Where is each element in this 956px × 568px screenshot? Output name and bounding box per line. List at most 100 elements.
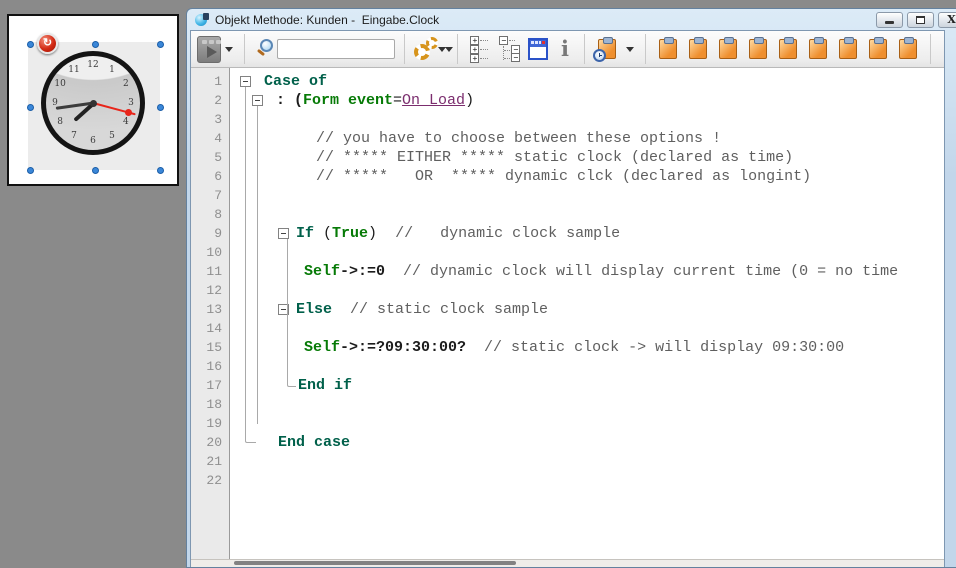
line-number: 10	[191, 243, 229, 262]
code-editor[interactable]: 12345678910111213141516171819202122 Case…	[191, 68, 944, 559]
method-editor-window: Objekt Methode: Kunden - Eingabe.Clock X	[186, 8, 956, 568]
toolbar-separator	[244, 34, 245, 64]
clipboard-button-4[interactable]	[749, 39, 767, 59]
object-method-badge[interactable]: ↻	[37, 33, 58, 54]
gear-options-icon[interactable]	[412, 36, 434, 62]
clipboard-button-3[interactable]	[719, 39, 737, 59]
selection-handle[interactable]	[157, 104, 164, 111]
clock-number-7: 7	[71, 131, 77, 141]
code-line-8[interactable]	[230, 205, 944, 224]
code-line-14[interactable]	[230, 319, 944, 338]
collapse-all-icon[interactable]: − − −	[499, 36, 518, 62]
selection-handle[interactable]	[27, 167, 34, 174]
close-icon: X	[947, 14, 956, 25]
line-number: 21	[191, 452, 229, 471]
analog-clock-widget[interactable]: 121234567891011	[41, 51, 145, 155]
code-token: Self	[304, 339, 340, 356]
clock-number-6: 6	[90, 136, 96, 146]
code-token: // dynamic clock will display current ti…	[385, 263, 898, 280]
clipboard-button-2[interactable]	[689, 39, 707, 59]
clipboard-button-5[interactable]	[779, 39, 797, 59]
selection-handle[interactable]	[27, 104, 34, 111]
selection-handle[interactable]	[157, 167, 164, 174]
fold-collapse-icon[interactable]	[240, 76, 251, 87]
maximize-button[interactable]	[907, 12, 934, 28]
open-form-icon[interactable]	[528, 38, 548, 60]
clipboard-button-9[interactable]	[899, 39, 917, 59]
code-line-21[interactable]	[230, 452, 944, 471]
expand-all-icon[interactable]: + + +	[470, 36, 489, 62]
code-line-12[interactable]	[230, 281, 944, 300]
toolbar: + + + − − − i	[191, 31, 944, 68]
code-line-18[interactable]	[230, 395, 944, 414]
search-icon[interactable]	[256, 38, 273, 60]
second-hand-dot	[125, 109, 132, 116]
code-token: Self	[304, 263, 340, 280]
indent-guide	[287, 239, 296, 387]
clipboard-dropdown-caret[interactable]	[626, 47, 634, 52]
selection-handle[interactable]	[27, 41, 34, 48]
line-number: 3	[191, 110, 229, 129]
clipboard-clock-button[interactable]	[598, 39, 616, 59]
code-token: Else	[296, 301, 332, 318]
code-line-7[interactable]	[230, 186, 944, 205]
clock-number-1: 1	[109, 65, 115, 75]
code-token: True	[332, 225, 368, 242]
code-token	[332, 301, 350, 318]
code-token: // dynamic clock sample	[377, 225, 620, 242]
code-line-17[interactable]: End if	[230, 376, 944, 395]
code-line-9[interactable]: If (True) // dynamic clock sample	[230, 224, 944, 243]
close-button[interactable]: X	[938, 12, 956, 28]
scrollbar-thumb[interactable]	[234, 561, 516, 565]
minimize-button[interactable]	[876, 12, 903, 28]
clipboard-button-6[interactable]	[809, 39, 827, 59]
code-line-5[interactable]: // ***** EITHER ***** static clock (decl…	[230, 148, 944, 167]
code-line-2[interactable]: : (Form event=On Load)	[230, 91, 944, 110]
window-title: Objekt Methode: Kunden - Eingabe.Clock	[215, 13, 439, 27]
code-line-13[interactable]: Else // static clock sample	[230, 300, 944, 319]
code-line-3[interactable]	[230, 110, 944, 129]
selection-handle[interactable]	[92, 41, 99, 48]
minimize-icon	[885, 21, 894, 24]
selection-handle[interactable]	[92, 167, 99, 174]
code-line-20[interactable]: End case	[230, 433, 944, 452]
clipboard-button-1[interactable]	[659, 39, 677, 59]
window-content: + + + − − − i 1234567	[190, 30, 945, 567]
code-token: End if	[298, 377, 352, 394]
clipboard-button-8[interactable]	[869, 39, 887, 59]
fold-collapse-icon[interactable]	[278, 228, 289, 239]
horizontal-scrollbar[interactable]	[191, 559, 944, 567]
indent-guide	[257, 106, 266, 424]
info-icon[interactable]: i	[561, 36, 569, 62]
code-line-4[interactable]: // you have to choose between these opti…	[230, 129, 944, 148]
code-token: )	[368, 225, 377, 242]
clock-number-4: 4	[123, 117, 129, 127]
line-number: 6	[191, 167, 229, 186]
code-line-16[interactable]	[230, 357, 944, 376]
search-dropdown-caret[interactable]	[445, 47, 453, 52]
selection-handle[interactable]	[157, 41, 164, 48]
gear-dropdown-caret[interactable]	[438, 47, 446, 52]
code-line-1[interactable]: Case of	[230, 72, 944, 91]
clipboard-button-7[interactable]	[839, 39, 857, 59]
toolbar-separator	[645, 34, 646, 64]
code-area[interactable]: Case of: (Form event=On Load) // you have…	[230, 68, 944, 559]
clock-overlay-icon	[593, 49, 606, 62]
clock-number-3: 3	[128, 98, 134, 108]
code-line-10[interactable]	[230, 243, 944, 262]
code-line-6[interactable]: // ***** OR ***** dynamic clck (declared…	[230, 167, 944, 186]
code-token: // static clock sample	[350, 301, 548, 318]
run-dropdown-caret[interactable]	[225, 47, 233, 52]
toolbar-separator	[457, 34, 458, 64]
code-line-19[interactable]	[230, 414, 944, 433]
code-line-22[interactable]	[230, 471, 944, 490]
run-method-button[interactable]	[197, 36, 221, 63]
method-search-combobox[interactable]	[277, 39, 395, 59]
line-number: 2	[191, 91, 229, 110]
line-number: 1	[191, 72, 229, 91]
code-token: Case of	[264, 73, 327, 90]
code-line-11[interactable]: Self->:=0 // dynamic clock will display …	[230, 262, 944, 281]
titlebar[interactable]: Objekt Methode: Kunden - Eingabe.Clock X	[187, 9, 956, 30]
code-token: (	[314, 225, 332, 242]
code-line-15[interactable]: Self->:=?09:30:00? // static clock -> wi…	[230, 338, 944, 357]
